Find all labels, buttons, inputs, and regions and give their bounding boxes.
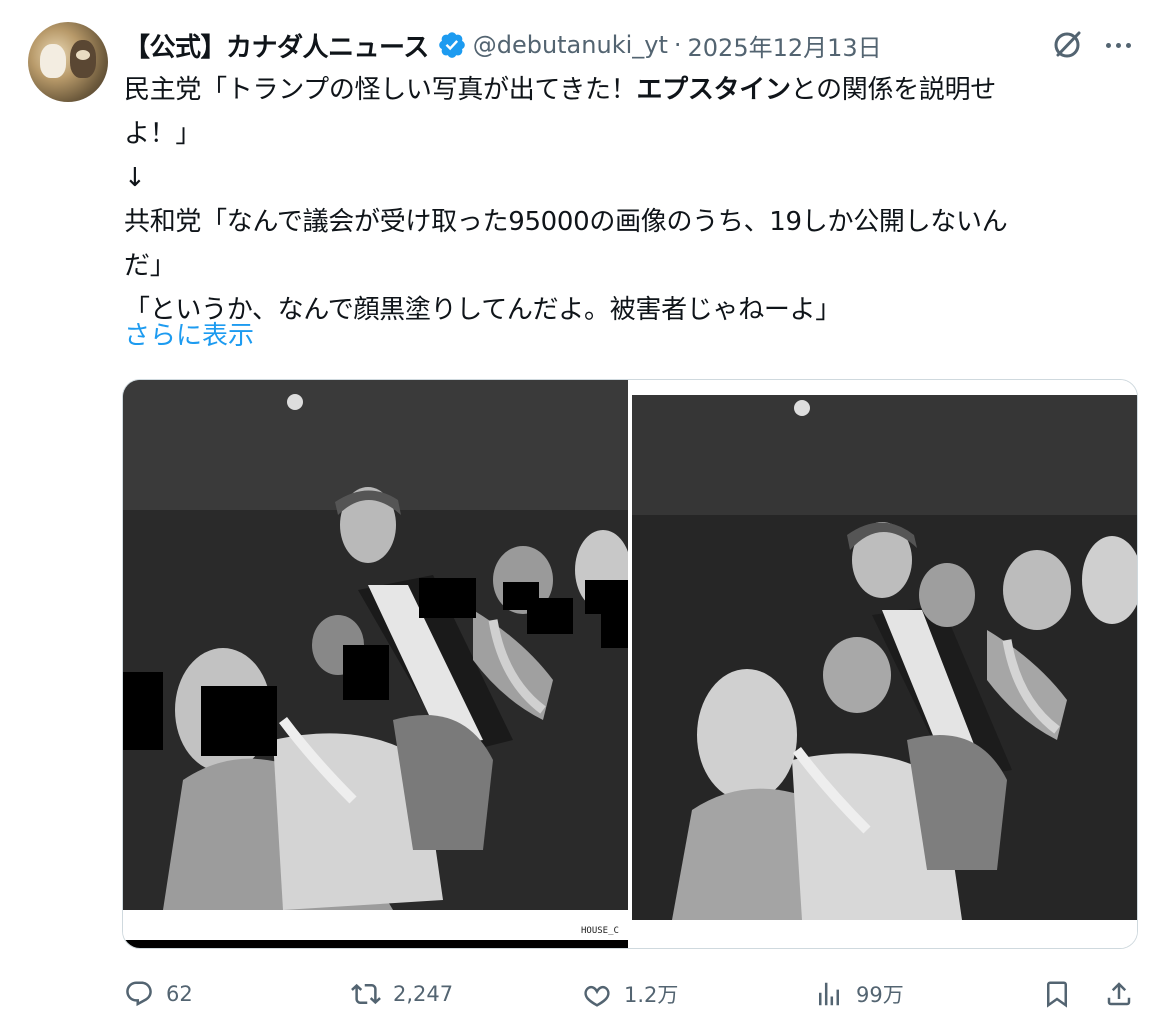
display-name[interactable]: 【公式】カナダ人ニュース xyxy=(124,27,429,64)
media-photo-right[interactable] xyxy=(632,380,1137,948)
more-icon[interactable] xyxy=(1100,28,1136,62)
verified-badge-icon[interactable] xyxy=(437,30,467,60)
reply-count: 62 xyxy=(166,982,193,1006)
bookmark-button[interactable] xyxy=(1042,972,1084,1016)
tweet-media[interactable]: HOUSE_C xyxy=(122,379,1138,949)
bold-keyword: エプスタイン xyxy=(636,75,791,105)
like-icon xyxy=(584,985,610,1007)
reply-icon xyxy=(126,981,152,1007)
tweet-text-line: よ！」 xyxy=(124,119,202,149)
more-dot xyxy=(1125,42,1131,48)
bookmark-icon xyxy=(1047,981,1067,1008)
tweet-text-line: ↓ xyxy=(124,163,146,193)
share-button[interactable] xyxy=(1104,972,1146,1016)
tweet-actions: 62 2,247 1.2万 99万 xyxy=(124,972,1136,1016)
header-separator: · xyxy=(673,31,682,59)
media-photo-left[interactable]: HOUSE_C xyxy=(123,380,628,948)
avatar-cat-brown xyxy=(70,40,96,78)
tweet-text-line: 共和党「なんで議会が受け取った95000の画像のうち、19しか公開しないん xyxy=(124,207,1008,237)
tweet-date[interactable]: 2025年12月13日 xyxy=(688,28,882,63)
photo-left-image xyxy=(123,380,628,948)
tweet-text-line: だ」 xyxy=(124,251,176,281)
repost-button[interactable]: 2,247 xyxy=(351,972,453,1016)
share-icon xyxy=(1107,982,1131,1006)
house-document-label: HOUSE_C xyxy=(581,926,619,936)
tweet-text-line: 民主党「トランプの怪しい写真が出てきた！エプスタインとの関係を説明せ xyxy=(124,75,996,105)
views-icon xyxy=(819,982,839,1006)
view-count: 99万 xyxy=(856,983,904,1007)
like-count: 1.2万 xyxy=(624,983,679,1007)
repost-count: 2,247 xyxy=(393,982,454,1006)
show-more-link[interactable]: さらに表示 xyxy=(124,314,254,358)
photo-right-image xyxy=(632,395,1137,948)
more-dot xyxy=(1115,42,1121,48)
repost-icon xyxy=(351,983,381,1005)
author-avatar[interactable] xyxy=(28,22,108,102)
tweet-header: 【公式】カナダ人ニュース @debutanuki_yt · 2025年12月13… xyxy=(124,26,882,64)
tweet-text-line: 「というか、なんで顔黒塗りしてんだよ。被害者じゃねーよ」 xyxy=(124,295,842,325)
reply-button[interactable]: 62 xyxy=(124,972,193,1016)
views-button[interactable]: 99万 xyxy=(814,972,904,1016)
grok-icon[interactable] xyxy=(1050,28,1084,62)
like-button[interactable]: 1.2万 xyxy=(582,972,678,1016)
tweet-text: 民主党「トランプの怪しい写真が出てきた！エプスタインとの関係を説明せ よ！」 ↓… xyxy=(124,68,1134,332)
avatar-cat-white xyxy=(40,44,66,78)
author-handle[interactable]: @debutanuki_yt xyxy=(473,31,668,59)
more-dot xyxy=(1105,42,1111,48)
